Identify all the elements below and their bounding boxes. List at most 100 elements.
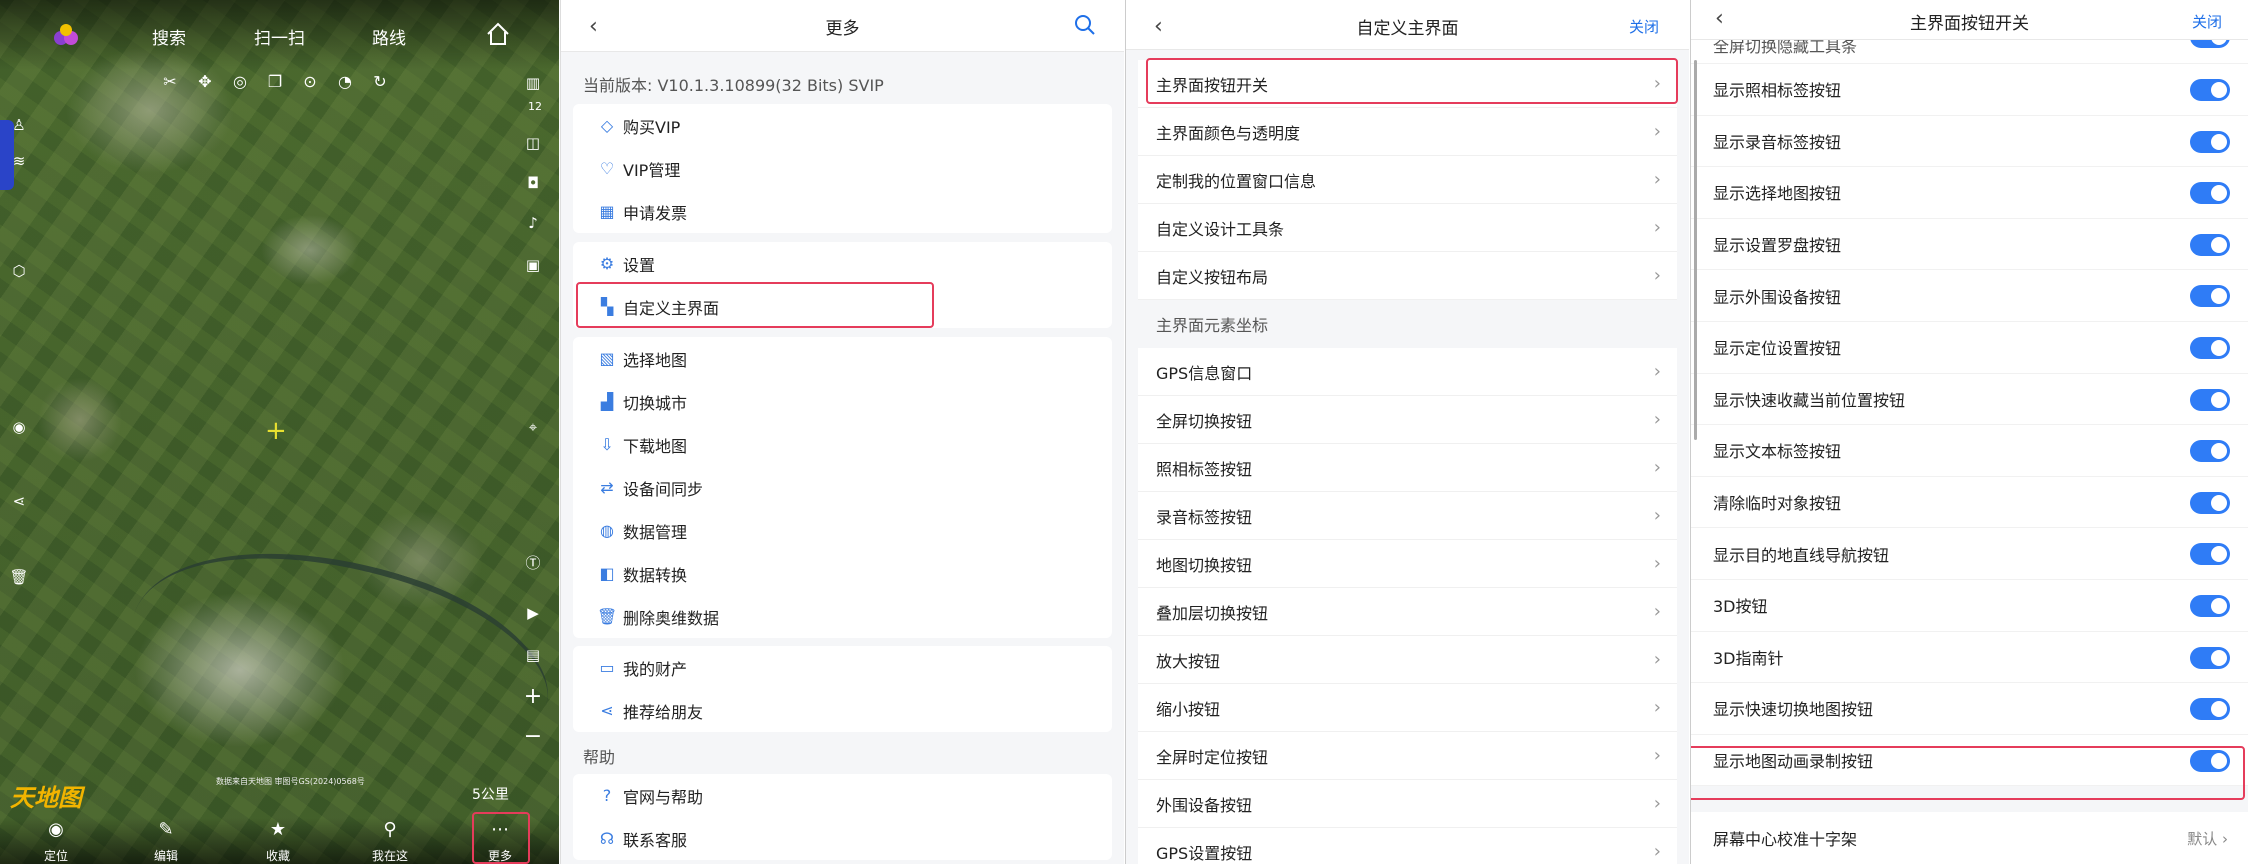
toggle-switch[interactable] [2190, 285, 2230, 308]
close-button[interactable]: 关闭 [2192, 11, 2222, 32]
cube-icon[interactable]: ⬡ [8, 260, 30, 282]
list-item[interactable]: 定制我的位置窗口信息 › [1138, 156, 1677, 204]
close-button[interactable]: 关闭 [1629, 16, 1659, 37]
toggle-switch[interactable] [2190, 646, 2230, 669]
app-logo-icon[interactable] [52, 22, 80, 50]
contact-support-item[interactable]: ☊ 联系客服 [573, 817, 1112, 860]
switch-row[interactable]: 全屏切换隐藏工具条 [1691, 36, 2248, 64]
scan-tab[interactable]: 扫一扫 [254, 24, 305, 49]
gauge-icon[interactable]: ◔ [335, 72, 355, 92]
scissors-icon[interactable]: ✂ [160, 72, 180, 92]
mic-icon[interactable]: ♪ [522, 212, 544, 234]
favorites-button[interactable]: ★ 收藏 [248, 819, 308, 864]
switch-row[interactable]: 显示目的地直线导航按钮 [1691, 528, 2248, 580]
data-manage-item[interactable]: ◍ 数据管理 [573, 509, 1112, 552]
refresh-icon[interactable]: ↻ [370, 72, 390, 92]
switch-row[interactable]: 显示录音标签按钮 [1691, 115, 2248, 168]
my-assets-item[interactable]: ▭ 我的财产 [573, 646, 1112, 689]
invoice-item[interactable]: ▦ 申请发票 [573, 190, 1112, 233]
trash-icon[interactable]: 🗑 [8, 566, 30, 588]
switch-row[interactable]: 清除临时对象按钮 [1691, 476, 2248, 529]
settings-item[interactable]: ⚙ 设置 [573, 242, 1112, 285]
list-item[interactable]: 地图切换按钮 › [1138, 540, 1677, 588]
switch-row[interactable]: 显示定位设置按钮 [1691, 321, 2248, 374]
map-switch-icon[interactable]: ◫ [522, 132, 544, 154]
switch-row[interactable]: 显示文本标签按钮 [1691, 425, 2248, 477]
toggle-switch[interactable] [2190, 698, 2230, 721]
switch-row[interactable]: 3D按钮 [1691, 579, 2248, 632]
toggle-switch[interactable] [2190, 182, 2230, 205]
list-item[interactable]: GPS信息窗口 › [1138, 348, 1677, 396]
zoom-out-icon[interactable]: − [522, 726, 544, 748]
location-pin-icon[interactable]: ⌖ [522, 416, 544, 438]
toggle-switch[interactable] [2190, 543, 2230, 566]
list-item[interactable]: 照相标签按钮 › [1138, 444, 1677, 492]
item-label: 数据转换 [623, 565, 688, 585]
route-tab[interactable]: 路线 [372, 24, 406, 49]
edit-button[interactable]: ✎ 编辑 [136, 819, 196, 864]
search-icon[interactable] [1074, 14, 1096, 36]
list-item[interactable]: 叠加层切换按钮 › [1138, 588, 1677, 636]
map-panel[interactable]: 搜索 扫一扫 路线 ✂ ✥ ◎ ❐ ⊙ ◔ ↻ ♙ ≋ ⬡ ◉ ⋖ 🗑 ▥ 12… [0, 0, 559, 864]
list-item[interactable]: 主界面颜色与透明度 › [1138, 108, 1677, 156]
i-am-here-button[interactable]: ⚲ 我在这 [360, 819, 420, 864]
list-item[interactable]: 全屏时定位按钮 › [1138, 732, 1677, 780]
switch-row[interactable]: 显示照相标签按钮 [1691, 64, 2248, 116]
crosshair-calibration-row[interactable]: 屏幕中心校准十字架 默认 › [1691, 812, 2248, 864]
toggle-switch[interactable] [2190, 388, 2230, 411]
recommend-item[interactable]: ⋖ 推荐给朋友 [573, 689, 1112, 732]
share-icon[interactable]: ⋖ [8, 490, 30, 512]
toggle-switch[interactable] [2190, 594, 2230, 617]
switch-row[interactable]: 显示快速收藏当前位置按钮 [1691, 373, 2248, 426]
select-map-item[interactable]: ▧ 选择地图 [573, 337, 1112, 380]
list-item[interactable]: 缩小按钮 › [1138, 684, 1677, 732]
switch-row[interactable]: 显示选择地图按钮 [1691, 167, 2248, 219]
move-icon[interactable]: ✥ [195, 72, 215, 92]
buy-vip-item[interactable]: ◇ 购买VIP [573, 104, 1112, 147]
device-sync-item[interactable]: ⇄ 设备间同步 [573, 466, 1112, 509]
switch-row[interactable]: 显示外围设备按钮 [1691, 270, 2248, 322]
toggle-switch[interactable] [2190, 491, 2230, 514]
list-item[interactable]: 自定义设计工具条 › [1138, 204, 1677, 252]
scrollbar[interactable] [1694, 60, 1697, 440]
toggle-switch[interactable] [2190, 336, 2230, 359]
list-item[interactable]: 全屏切换按钮 › [1138, 396, 1677, 444]
list-item[interactable]: 放大按钮 › [1138, 636, 1677, 684]
vip-icon: ♡ [599, 158, 615, 178]
share-icon: ⋖ [600, 700, 614, 720]
copy-icon[interactable]: ❐ [265, 72, 285, 92]
eye-icon[interactable]: ◉ [8, 416, 30, 438]
video-icon[interactable]: ▶ [522, 602, 544, 624]
text-label-icon[interactable]: Ⓣ [522, 552, 544, 574]
camera-icon[interactable]: ◘ [522, 172, 544, 194]
switch-row[interactable]: 显示设置罗盘按钮 [1691, 218, 2248, 271]
image-icon[interactable]: ▤ [522, 644, 544, 666]
device-icon[interactable]: ▣ [522, 254, 544, 276]
switch-row[interactable]: 3D指南针 [1691, 631, 2248, 684]
user-icon[interactable]: ♙ [8, 114, 30, 136]
switch-row[interactable]: 显示快速切换地图按钮 [1691, 683, 2248, 735]
website-help-item[interactable]: ? 官网与帮助 [573, 774, 1112, 817]
search-tab[interactable]: 搜索 [152, 24, 186, 49]
switch-city-item[interactable]: ▟ 切换城市 [573, 380, 1112, 423]
delete-data-item[interactable]: 🗑 删除奥维数据 [573, 595, 1112, 638]
layers-icon[interactable]: ≋ [8, 150, 30, 172]
vip-manage-item[interactable]: ♡ VIP管理 [573, 147, 1112, 190]
download-map-item[interactable]: ⇩ 下载地图 [573, 423, 1112, 466]
center-crosshair-icon: + [265, 416, 287, 446]
list-item[interactable]: GPS设置按钮 › [1138, 828, 1677, 864]
data-convert-item[interactable]: ◧ 数据转换 [573, 552, 1112, 595]
list-item[interactable]: 自定义按钮布局 › [1138, 252, 1677, 300]
measure-icon[interactable]: ⊙ [300, 72, 320, 92]
zoom-in-icon[interactable]: + [522, 686, 544, 708]
toggle-switch[interactable] [2190, 440, 2230, 463]
toggle-switch[interactable] [2190, 130, 2230, 153]
toggle-switch[interactable] [2190, 233, 2230, 256]
list-item[interactable]: 录音标签按钮 › [1138, 492, 1677, 540]
home-icon[interactable] [484, 20, 512, 48]
track-icon[interactable]: ◎ [230, 72, 250, 92]
book-icon[interactable]: ▥ [522, 72, 544, 94]
toggle-switch[interactable] [2190, 79, 2230, 101]
list-item[interactable]: 外围设备按钮 › [1138, 780, 1677, 828]
locate-button[interactable]: ◉ 定位 [26, 819, 86, 864]
